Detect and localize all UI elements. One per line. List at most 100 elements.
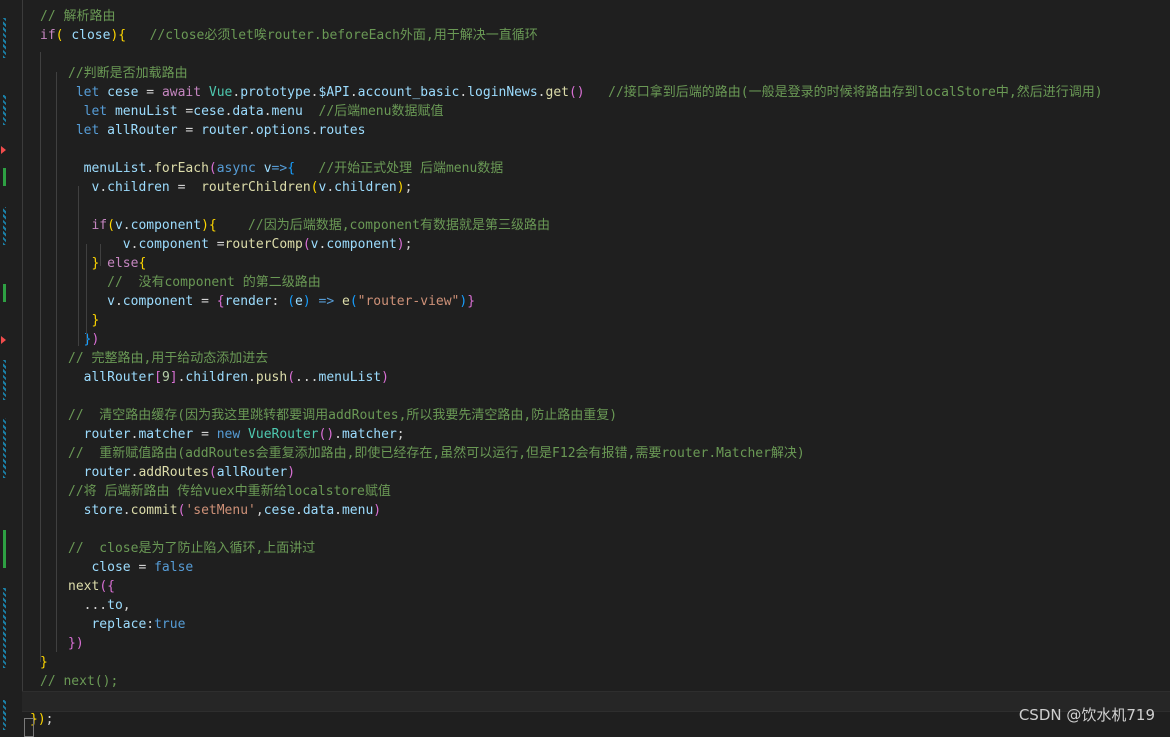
- code-token: let: [68, 123, 108, 138]
- code-token: matcher: [341, 427, 397, 442]
- code-token: (: [107, 218, 115, 233]
- code-token: menuList: [318, 370, 382, 385]
- code-token: routes: [318, 123, 366, 138]
- code-token: =: [138, 85, 162, 100]
- code-token: v: [122, 237, 131, 252]
- code-token: =: [193, 294, 217, 309]
- code-token: .: [248, 370, 256, 385]
- code-token: =: [193, 427, 217, 442]
- code-token: .: [310, 85, 319, 100]
- code-line: let menuList =cese.data.menu //后端menu数据赋…: [22, 102, 1170, 121]
- diff-marker-modified: [3, 95, 6, 125]
- code-token: let: [68, 104, 115, 119]
- code-token: {: [138, 256, 147, 271]
- code-token: // close是为了防止陷入循环,上面讲过: [68, 541, 316, 556]
- code-token: .: [537, 85, 546, 100]
- code-line: // 没有component 的第二级路由: [22, 273, 1170, 292]
- code-token: component: [122, 294, 194, 309]
- code-token: :: [271, 294, 288, 309]
- code-token: ): [396, 180, 405, 195]
- code-token: addRoutes: [138, 465, 209, 480]
- code-token: //判断是否加载路由: [68, 66, 188, 81]
- code-line: }): [22, 330, 1170, 349]
- code-token: //接口拿到后端的路由(一般是登录的时候将路由存到localStore中,然后进…: [584, 85, 1103, 100]
- code-line: [22, 691, 1170, 712]
- diff-marker-added: [3, 530, 6, 568]
- code-token: ;: [45, 712, 54, 727]
- code-token: ): [373, 503, 382, 518]
- code-token: =>: [271, 161, 288, 176]
- code-token: routerComp: [224, 237, 303, 252]
- code-token: ,: [255, 503, 264, 518]
- code-token: =: [177, 104, 194, 119]
- code-line: let allRouter = router.options.routes: [22, 121, 1170, 140]
- code-token: forEach: [154, 161, 209, 176]
- code-token: store: [83, 503, 123, 518]
- diff-marker-modified: [3, 360, 6, 400]
- code-line: allRouter[9].children.push(...menuList): [22, 368, 1170, 387]
- indent-guide: [40, 52, 41, 662]
- code-token: menuList: [83, 161, 147, 176]
- code-token: // 解析路由: [40, 9, 116, 24]
- code-token: "router-view": [357, 294, 460, 309]
- code-token: component: [130, 218, 202, 233]
- code-token: (): [318, 427, 335, 442]
- code-token: next: [68, 579, 100, 594]
- code-token: 9: [161, 370, 170, 385]
- code-token: {: [216, 294, 225, 309]
- code-token: =: [177, 123, 202, 138]
- code-token: data: [302, 503, 335, 518]
- code-token: ...: [295, 370, 319, 385]
- code-token: .: [326, 180, 335, 195]
- code-line: }): [22, 634, 1170, 653]
- code-token: children: [185, 370, 249, 385]
- code-token: push: [255, 370, 288, 385]
- code-token: {: [287, 161, 296, 176]
- code-token: if: [40, 28, 56, 43]
- code-line: v.children = routerChildren(v.children);: [22, 178, 1170, 197]
- code-token: // 没有component 的第二级路由: [68, 275, 321, 290]
- code-token: e: [295, 294, 303, 309]
- code-token: //将 后端新路由 传给vuex中重新给localstore赋值: [68, 484, 391, 499]
- code-token: e: [341, 294, 350, 309]
- code-token: component: [326, 237, 397, 252]
- code-token: ): [91, 332, 100, 347]
- code-line: if( close){ //close必须let唉router.beforeEa…: [22, 26, 1170, 45]
- code-editor[interactable]: // 解析路由 if( close){ //close必须let唉router.b…: [22, 0, 1170, 735]
- code-line: replace:true: [22, 615, 1170, 634]
- code-token: menu: [271, 104, 303, 119]
- code-token: =>: [310, 294, 342, 309]
- code-token: children: [334, 180, 397, 195]
- code-token: (: [287, 370, 296, 385]
- code-line: if(v.component){ //因为后端数据,component有数据就是…: [22, 216, 1170, 235]
- code-token: }): [68, 636, 84, 651]
- code-token: (: [302, 237, 311, 252]
- code-token: ({: [99, 579, 115, 594]
- code-line: next({: [22, 577, 1170, 596]
- code-token: cese: [263, 503, 296, 518]
- code-token: ): [381, 370, 389, 385]
- code-token: render: [224, 294, 272, 309]
- code-line: v.component =routerComp(v.component);: [22, 235, 1170, 254]
- code-token: else: [99, 256, 139, 271]
- code-token: allRouter: [107, 123, 178, 138]
- code-token: .: [114, 294, 123, 309]
- code-line: close = false: [22, 558, 1170, 577]
- code-token: }: [40, 655, 48, 670]
- code-token: .: [310, 123, 319, 138]
- code-line: // 解析路由: [22, 7, 1170, 26]
- code-token: v: [114, 218, 123, 233]
- code-line: //判断是否加载路由: [22, 64, 1170, 83]
- code-token: ;: [404, 180, 413, 195]
- code-token: =: [169, 180, 202, 195]
- code-token: [: [154, 370, 162, 385]
- code-token: .: [295, 503, 303, 518]
